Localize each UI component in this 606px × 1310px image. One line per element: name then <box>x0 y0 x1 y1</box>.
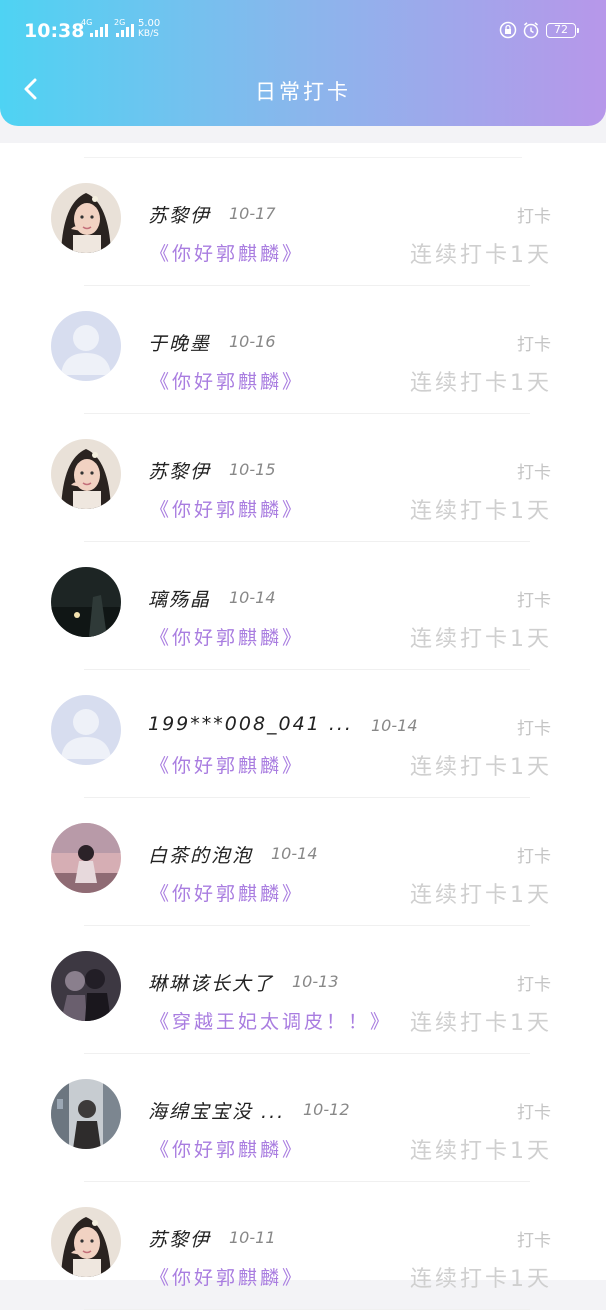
checkin-label: 打卡 <box>517 1231 551 1251</box>
checkin-date: 10-11 <box>229 1228 276 1247</box>
checkin-date: 10-16 <box>229 332 276 351</box>
avatar[interactable] <box>51 567 121 637</box>
battery-icon: 72 <box>546 23 579 38</box>
speed-value: 5.00 <box>138 18 161 29</box>
book-title-link[interactable]: 《你好郭麒麟》 <box>150 239 304 266</box>
checkin-date: 10-14 <box>271 844 318 863</box>
checkin-date: 10-14 <box>371 716 418 735</box>
checkin-row[interactable]: 199***008_041 ... 10-14 打卡《你好郭麒麟》 连续打卡1天 <box>0 655 606 798</box>
checkin-date: 10-15 <box>229 460 276 479</box>
streak-text: 连续打卡1天 <box>410 1139 552 1164</box>
checkin-date: 10-14 <box>229 588 276 607</box>
user-name: 海绵宝宝没 ... <box>148 1101 286 1123</box>
checkin-date: 10-13 <box>292 972 339 991</box>
streak-text: 连续打卡1天 <box>410 499 552 524</box>
book-title-link[interactable]: 《你好郭麒麟》 <box>150 623 304 650</box>
lock-rotation-icon <box>499 21 517 39</box>
streak-text: 连续打卡1天 <box>410 1267 552 1292</box>
checkin-row[interactable]: 苏黎伊 10-11 打卡《你好郭麒麟》 连续打卡1天 <box>0 1167 606 1310</box>
streak-text: 连续打卡1天 <box>410 371 552 396</box>
book-title-link[interactable]: 《你好郭麒麟》 <box>150 1263 304 1290</box>
user-name: 苏黎伊 <box>148 205 212 227</box>
user-name: 琳琳该长大了 <box>148 973 275 995</box>
streak-text: 连续打卡1天 <box>410 755 552 780</box>
checkin-date: 10-12 <box>303 1100 350 1119</box>
checkin-row[interactable]: 璃殇晶 10-14 打卡《你好郭麒麟》 连续打卡1天 <box>0 527 606 670</box>
checkin-row[interactable]: 琳琳该长大了 10-13 打卡《穿越王妃太调皮！！》 连续打卡1天 <box>0 911 606 1054</box>
book-title-link[interactable]: 《你好郭麒麟》 <box>150 751 304 778</box>
user-name: 苏黎伊 <box>148 461 212 483</box>
user-name: 璃殇晶 <box>148 589 212 611</box>
checkin-row[interactable]: 于晚墨 10-16 打卡《你好郭麒麟》 连续打卡1天 <box>0 271 606 414</box>
checkin-row[interactable]: 苏黎伊 10-17 打卡《你好郭麒麟》 连续打卡1天 <box>0 143 606 286</box>
status-time: 10:38 <box>24 20 85 42</box>
signal-bars-1-icon <box>90 24 108 37</box>
streak-text: 连续打卡1天 <box>410 627 552 652</box>
network-speed: 5.00 KB/S <box>138 18 161 40</box>
checkin-label: 打卡 <box>517 463 551 483</box>
avatar[interactable] <box>51 1207 121 1277</box>
avatar[interactable] <box>51 311 121 381</box>
alarm-icon <box>523 22 539 39</box>
checkin-label: 打卡 <box>517 975 551 995</box>
checkin-row[interactable]: 苏黎伊 10-15 打卡《你好郭麒麟》 连续打卡1天 <box>0 399 606 542</box>
checkin-row[interactable]: 海绵宝宝没 ... 10-12 打卡《你好郭麒麟》 连续打卡1天 <box>0 1039 606 1182</box>
checkin-label: 打卡 <box>517 719 551 739</box>
streak-text: 连续打卡1天 <box>410 243 552 268</box>
book-title-link[interactable]: 《你好郭麒麟》 <box>150 367 304 394</box>
book-title-link[interactable]: 《你好郭麒麟》 <box>150 495 304 522</box>
checkin-label: 打卡 <box>517 207 551 227</box>
header-bar: 10:38 4G 2G 5.00 KB/S 72 日常打卡 <box>0 0 606 126</box>
checkin-date: 10-17 <box>229 204 276 223</box>
checkin-label: 打卡 <box>517 1103 551 1123</box>
avatar[interactable] <box>51 439 121 509</box>
avatar[interactable] <box>51 1079 121 1149</box>
streak-text: 连续打卡1天 <box>410 1011 552 1036</box>
checkin-label: 打卡 <box>517 335 551 355</box>
checkin-label: 打卡 <box>517 847 551 867</box>
checkin-label: 打卡 <box>517 591 551 611</box>
user-name: 苏黎伊 <box>148 1229 212 1251</box>
avatar[interactable] <box>51 951 121 1021</box>
streak-text: 连续打卡1天 <box>410 883 552 908</box>
page-title: 日常打卡 <box>255 80 351 104</box>
user-name: 白茶的泡泡 <box>148 845 254 867</box>
avatar[interactable] <box>51 695 121 765</box>
avatar[interactable] <box>51 823 121 893</box>
avatar[interactable] <box>51 183 121 253</box>
speed-unit: KB/S <box>138 29 159 39</box>
book-title-link[interactable]: 《穿越王妃太调皮！！》 <box>150 1007 392 1034</box>
user-name: 199***008_041 ... <box>148 713 353 735</box>
book-title-link[interactable]: 《你好郭麒麟》 <box>150 879 304 906</box>
signal-bars-2-icon <box>116 24 134 37</box>
user-name: 于晚墨 <box>148 333 212 355</box>
checkin-list: 苏黎伊 10-17 打卡 《你好郭麒麟》 连续打卡1天 于晚墨 10-16 打卡 《你好郭麒麟》… <box>0 143 606 1310</box>
book-title-link[interactable]: 《你好郭麒麟》 <box>150 1135 304 1162</box>
checkin-row[interactable]: 白茶的泡泡 10-14 打卡《你好郭麒麟》 连续打卡1天 <box>0 783 606 926</box>
